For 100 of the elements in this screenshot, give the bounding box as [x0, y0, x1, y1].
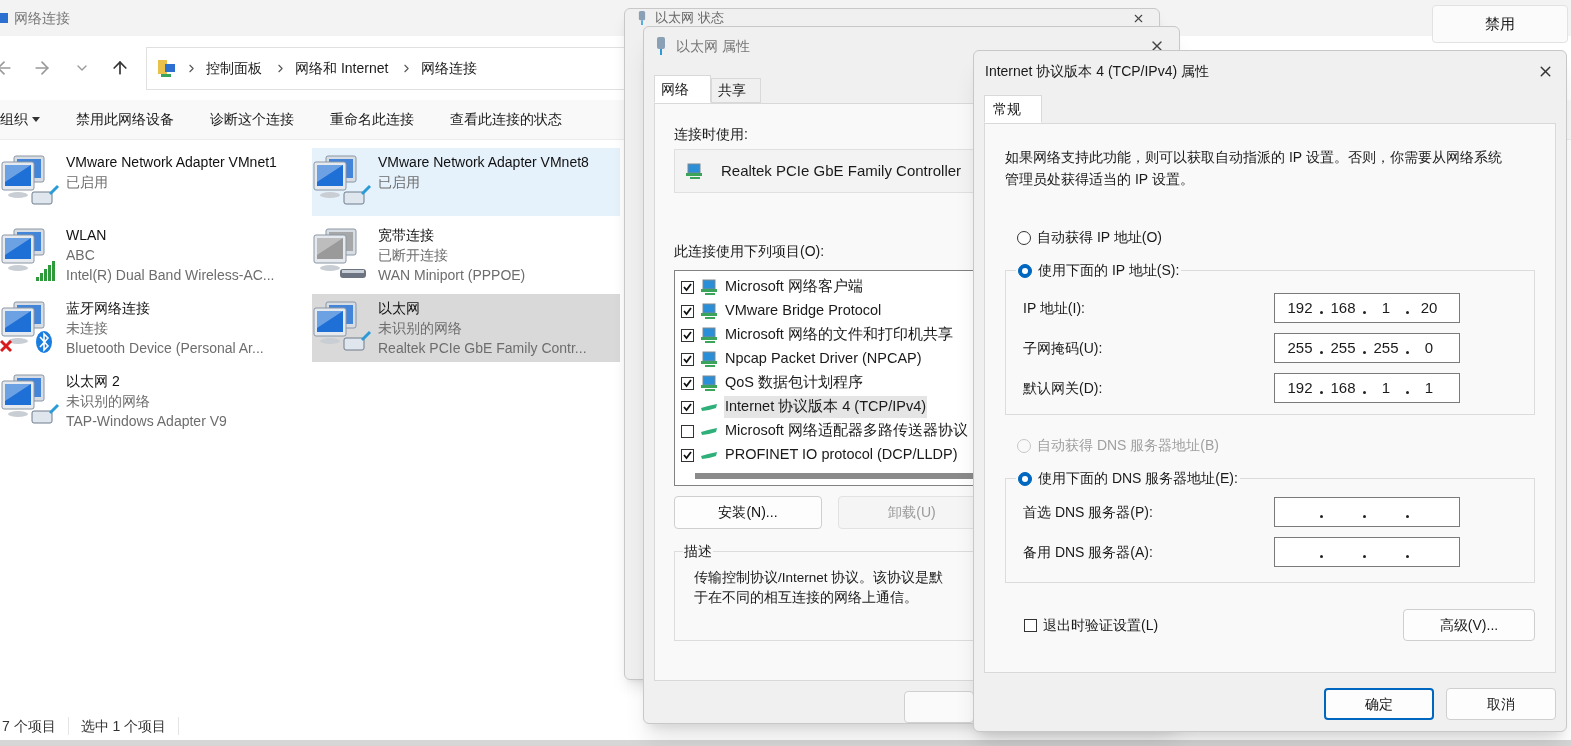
toolbar-button[interactable]: 诊断这个连接: [210, 100, 330, 139]
ip-address-field[interactable]: [1274, 537, 1460, 567]
tab[interactable]: 网络: [654, 75, 711, 103]
cancel-button[interactable]: 取消: [1446, 688, 1556, 720]
ethernet-icon: [637, 11, 647, 25]
radio-label: 自动获得 DNS 服务器地址(B): [1037, 436, 1219, 455]
adapter-name: 蓝牙网络连接: [66, 299, 151, 318]
network-computer-icon: [700, 374, 718, 392]
network-wire-icon: [700, 426, 718, 436]
dialog-button[interactable]: 安装(N)...: [674, 496, 822, 529]
network-computer-icon: [685, 162, 703, 180]
checkbox-label: 退出时验证设置(L): [1043, 615, 1159, 635]
toolbar-button[interactable]: 组织: [0, 100, 76, 139]
field-label: 子网掩码(U):: [1023, 338, 1103, 358]
checkbox[interactable]: [681, 352, 694, 366]
window-title: 网络连接: [14, 8, 70, 28]
radio-button[interactable]: [1018, 471, 1032, 486]
adapter-status: 未连接: [66, 319, 109, 338]
status-text: 7 个项目: [1, 716, 57, 736]
field-label: 备用 DNS 服务器(A):: [1023, 542, 1153, 562]
checkbox[interactable]: [681, 328, 694, 342]
field-label: 此连接使用下列项目(O):: [674, 242, 826, 261]
toolbar-button[interactable]: 禁用此网络设备: [76, 100, 210, 139]
field-label: IP 地址(I):: [1023, 298, 1085, 318]
status-text: 选中 1 个项目: [79, 716, 168, 736]
ip-address-field[interactable]: 255 255 255 0: [1274, 333, 1460, 363]
item-label: Microsoft 网络适配器多路传送器协议: [724, 421, 969, 441]
adapter-tile[interactable]: 蓝牙网络连接 未连接 Bluetooth Device (Personal Ar...: [0, 294, 312, 362]
breadcrumb-item[interactable]: 控制面板: [206, 57, 262, 79]
toolbar-button[interactable]: 查看此连接的状态: [450, 100, 598, 139]
adapter-tile[interactable]: WLAN ABC Intel(R) Dual Band Wireless-AC...: [0, 221, 312, 289]
control-panel-icon: [157, 58, 177, 78]
ethernet-icon: [656, 37, 666, 55]
intro-text: 如果网络支持此功能，则可以获取自动指派的 IP 设置。否则，你需要从网络系统管理员处获得适当的 IP 设置。: [1005, 148, 1503, 189]
breadcrumb-item[interactable]: 网络连接: [421, 57, 478, 79]
item-label: Internet 协议版本 4 (TCP/IPv4): [724, 396, 928, 418]
field-label: 连接时使用:: [674, 125, 749, 144]
disable-button[interactable]: 禁用: [1432, 5, 1568, 43]
radio-label: 使用下面的 DNS 服务器地址(E):: [1038, 469, 1238, 488]
adapter-device: Realtek PCIe GbE Family Contr...: [378, 339, 588, 358]
adapter-status: 未识别的网络: [66, 392, 151, 411]
adapter-name: Realtek PCIe GbE Family Controller: [721, 160, 962, 181]
adapter-status: ABC: [66, 246, 96, 265]
description-line: 传输控制协议/Internet 协议。该协议是默: [694, 569, 945, 587]
adapter-tile[interactable]: 以太网 2 未识别的网络 TAP-Windows Adapter V9: [0, 367, 312, 435]
checkbox[interactable]: [681, 400, 694, 414]
advanced-button[interactable]: 高级(V)...: [1403, 609, 1535, 641]
checkbox[interactable]: [681, 376, 694, 390]
item-label: PROFINET IO protocol (DCP/LLDP): [724, 445, 959, 465]
ip-address-field[interactable]: 192 168 1 20: [1274, 293, 1460, 323]
window-title: 以太网 状态: [655, 11, 724, 25]
checkbox[interactable]: [681, 280, 694, 294]
item-label: Npcap Packet Driver (NPCAP): [724, 349, 923, 369]
item-label: QoS 数据包计划程序: [724, 373, 865, 393]
adapter-status: 已启用: [66, 173, 109, 192]
checkbox[interactable]: [681, 424, 694, 438]
adapter-tile[interactable]: 宽带连接 已断开连接 WAN Miniport (PPPOE): [312, 221, 620, 289]
radio-button[interactable]: [1017, 230, 1031, 245]
network-computer-icon: [700, 350, 718, 368]
item-label: Microsoft 网络的文件和打印机共享: [724, 325, 954, 345]
ip-address-field[interactable]: [1274, 497, 1460, 527]
checkbox[interactable]: [1024, 618, 1037, 632]
item-label: VMware Bridge Protocol: [724, 301, 883, 321]
adapter-name: VMware Network Adapter VMnet1: [66, 153, 278, 172]
ip-address-field[interactable]: 192 168 1 1: [1274, 373, 1460, 403]
window-title: Internet 协议版本 4 (TCP/IPv4) 属性: [985, 61, 1210, 81]
adapter-tile[interactable]: VMware Network Adapter VMnet8 已启用: [312, 148, 620, 216]
network-computer-icon: [700, 278, 718, 296]
tab[interactable]: 常规: [984, 95, 1042, 123]
checkbox[interactable]: [681, 448, 694, 462]
adapter-tile[interactable]: VMware Network Adapter VMnet1 已启用: [0, 148, 312, 216]
adapter-name: 宽带连接: [378, 226, 435, 245]
network-computer-icon: [700, 302, 718, 320]
adapter-device: WAN Miniport (PPPOE): [378, 266, 527, 285]
field-label: 首选 DNS 服务器(P):: [1023, 502, 1153, 522]
adapter-status: 已断开连接: [378, 246, 449, 265]
network-folder-icon: [0, 10, 8, 26]
network-computer-icon: [700, 326, 718, 344]
adapter-name: 以太网: [378, 299, 421, 318]
field-label: 默认网关(D):: [1023, 378, 1103, 398]
tab[interactable]: 共享: [711, 78, 761, 103]
adapter-device: TAP-Windows Adapter V9: [66, 412, 228, 431]
radio-button[interactable]: [1018, 263, 1032, 278]
address-bar[interactable]: 控制面板 网络和 Internet 网络连接: [146, 46, 626, 90]
adapter-name: VMware Network Adapter VMnet8: [378, 153, 590, 172]
item-label: Microsoft 网络客户端: [724, 277, 864, 297]
adapter-status: 已启用: [378, 173, 421, 192]
adapter-device: Intel(R) Dual Band Wireless-AC...: [66, 266, 276, 285]
checkbox[interactable]: [681, 304, 694, 318]
adapter-name: 以太网 2: [66, 372, 121, 391]
dropdown-caret-icon: [32, 117, 40, 122]
network-wire-icon: [700, 402, 718, 412]
adapter-tile[interactable]: 以太网 未识别的网络 Realtek PCIe GbE Family Contr...: [312, 294, 620, 362]
network-wire-icon: [700, 450, 718, 460]
adapter-name: WLAN: [66, 226, 108, 245]
breadcrumb-item[interactable]: 网络和 Internet: [295, 57, 389, 79]
toolbar-button[interactable]: 重命名此连接: [330, 100, 450, 139]
ok-button[interactable]: 确定: [1324, 688, 1434, 720]
description-line: 于在不同的相互连接的网络上通信。: [694, 589, 919, 607]
radio-label: 自动获得 IP 地址(O): [1037, 228, 1162, 247]
